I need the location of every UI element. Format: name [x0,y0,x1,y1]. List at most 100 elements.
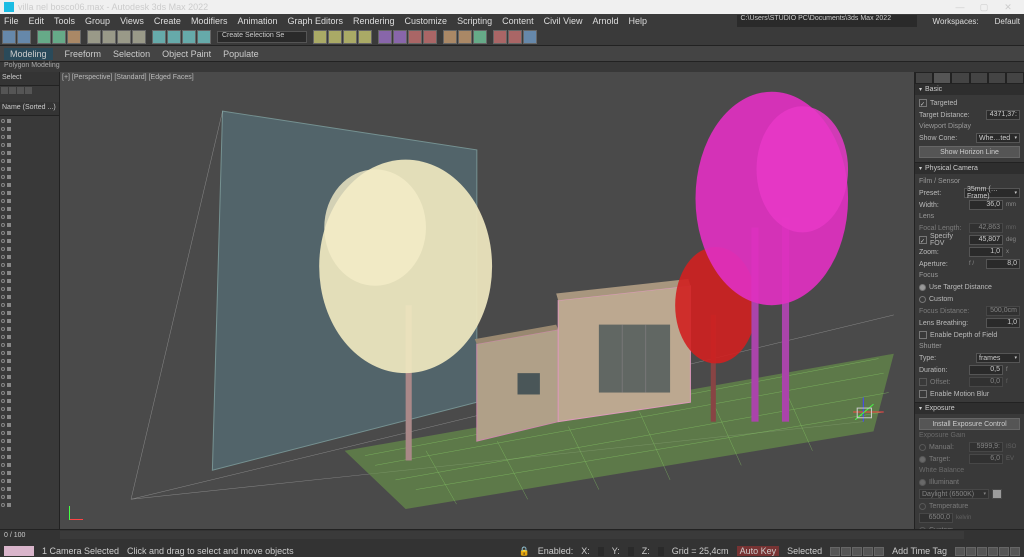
list-item[interactable] [1,253,58,261]
schematic-icon[interactable] [458,30,472,44]
list-item[interactable] [1,309,58,317]
named-sel-icon[interactable] [378,30,392,44]
show-cone-select[interactable]: Whe…ted [976,133,1020,143]
pan-icon[interactable] [955,547,965,556]
list-item[interactable] [1,445,58,453]
render-icon[interactable] [523,30,537,44]
offset-checkbox[interactable] [919,378,927,386]
lens-breathing-input[interactable]: 1,0 [986,318,1020,328]
list-item[interactable] [1,381,58,389]
menu-create[interactable]: Create [154,16,181,26]
menu-edit[interactable]: Edit [29,16,45,26]
menu-civil-view[interactable]: Civil View [544,16,583,26]
display-tab[interactable] [988,72,1006,84]
next-frame-icon[interactable] [863,547,873,556]
snap-toggle-icon[interactable] [313,30,327,44]
object-list[interactable] [0,116,59,529]
list-item[interactable] [1,405,58,413]
select-rect-icon[interactable] [117,30,131,44]
duration-input[interactable]: 0,5 [969,365,1003,375]
link-icon[interactable] [37,30,51,44]
list-item[interactable] [1,285,58,293]
ribbon-object-paint[interactable]: Object Paint [162,49,211,59]
list-item[interactable] [1,173,58,181]
list-item[interactable] [1,245,58,253]
list-item[interactable] [1,501,58,509]
list-item[interactable] [1,117,58,125]
menu-graph-editors[interactable]: Graph Editors [287,16,343,26]
list-item[interactable] [1,453,58,461]
list-item[interactable] [1,165,58,173]
use-target-radio[interactable] [919,284,926,291]
create-tab[interactable] [915,72,933,84]
minimize-button[interactable]: — [948,2,972,12]
list-item[interactable] [1,437,58,445]
layers-icon[interactable] [423,30,437,44]
menu-file[interactable]: File [4,16,19,26]
list-item[interactable] [1,357,58,365]
list-item[interactable] [1,469,58,477]
list-item[interactable] [1,429,58,437]
menu-scripting[interactable]: Scripting [457,16,492,26]
add-time-tag[interactable]: Add Time Tag [892,546,947,556]
bind-icon[interactable] [67,30,81,44]
maximize-viewport-icon[interactable] [1010,547,1020,556]
name-column-header[interactable]: Name (Sorted ...) [0,102,59,116]
menu-group[interactable]: Group [85,16,110,26]
menu-tools[interactable]: Tools [54,16,75,26]
scene-explorer-select[interactable]: Select [0,72,59,86]
list-item[interactable] [1,365,58,373]
list-item[interactable] [1,221,58,229]
move-icon[interactable] [152,30,166,44]
list-item[interactable] [1,197,58,205]
angle-snap-icon[interactable] [328,30,342,44]
list-item[interactable] [1,389,58,397]
zoom-input[interactable]: 1,0 [969,247,1003,257]
list-item[interactable] [1,125,58,133]
width-input[interactable]: 36,0 [969,200,1003,210]
list-item[interactable] [1,293,58,301]
hierarchy-tab[interactable] [951,72,969,84]
workspace-select[interactable]: Default [995,17,1020,26]
ribbon-populate[interactable]: Populate [223,49,259,59]
motion-blur-checkbox[interactable] [919,390,927,398]
orbit-icon[interactable] [966,547,976,556]
list-item[interactable] [1,141,58,149]
material-editor-icon[interactable] [473,30,487,44]
enable-dof-checkbox[interactable] [919,331,927,339]
percent-snap-icon[interactable] [343,30,357,44]
menu-animation[interactable]: Animation [237,16,277,26]
exposure-header[interactable]: Exposure [915,403,1024,414]
undo-icon[interactable] [2,30,16,44]
list-item[interactable] [1,277,58,285]
time-slider[interactable]: 0 / 100 [0,529,1024,545]
list-item[interactable] [1,493,58,501]
fov-input[interactable]: 45,807 [969,235,1003,245]
install-exposure-button[interactable]: Install Exposure Control [919,418,1020,430]
menu-modifiers[interactable]: Modifiers [191,16,228,26]
list-item[interactable] [1,421,58,429]
select-name-icon[interactable] [102,30,116,44]
list-item[interactable] [1,205,58,213]
list-item[interactable] [1,349,58,357]
list-item[interactable] [1,325,58,333]
play-icon[interactable] [852,547,862,556]
goto-start-icon[interactable] [830,547,840,556]
scale-icon[interactable] [182,30,196,44]
show-horizon-button[interactable]: Show Horizon Line [919,146,1020,158]
display-none-icon[interactable] [9,87,16,94]
selection-set-dropdown[interactable]: Create Selection Se [217,31,307,43]
menu-help[interactable]: Help [628,16,647,26]
window-crossing-icon[interactable] [132,30,146,44]
list-item[interactable] [1,413,58,421]
menu-views[interactable]: Views [120,16,144,26]
goto-end-icon[interactable] [874,547,884,556]
select-icon[interactable] [87,30,101,44]
specify-fov-checkbox[interactable] [919,236,927,244]
list-item[interactable] [1,261,58,269]
list-item[interactable] [1,133,58,141]
list-item[interactable] [1,485,58,493]
list-item[interactable] [1,189,58,197]
sort-icon[interactable] [25,87,32,94]
shutter-type-select[interactable]: frames [976,353,1020,363]
